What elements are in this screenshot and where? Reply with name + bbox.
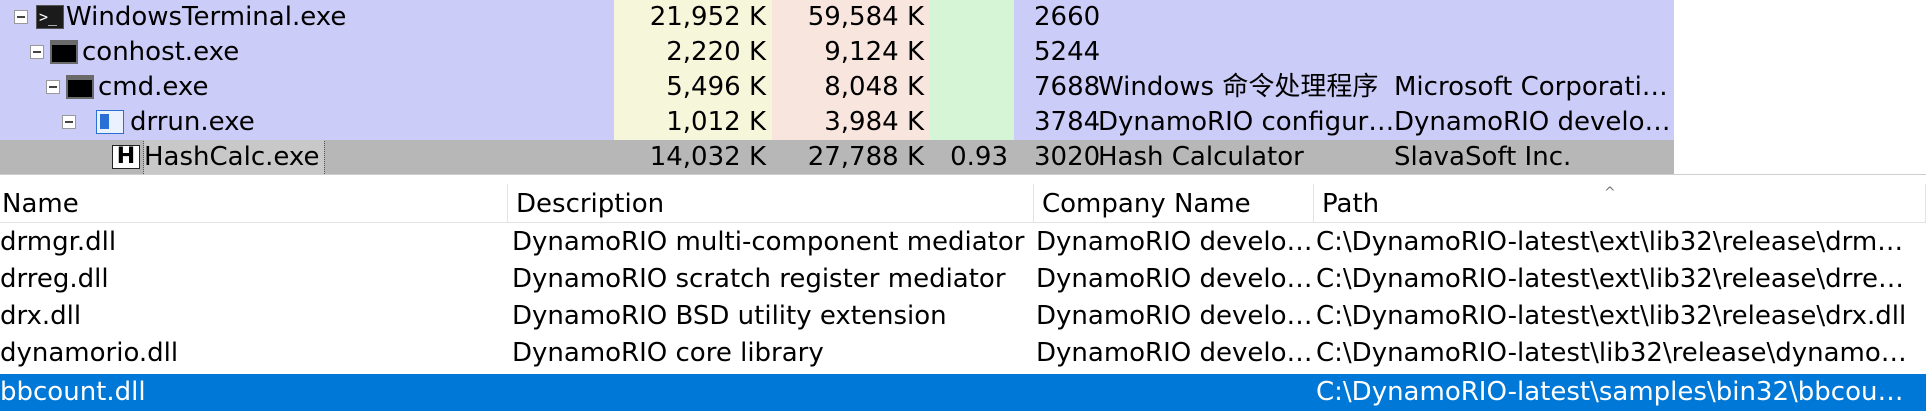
module-name: bbcount.dll xyxy=(0,377,146,407)
working-set: 59,584 K xyxy=(772,0,930,35)
process-description: Windows 命令处理程序 xyxy=(1098,72,1379,102)
cpu-usage xyxy=(930,70,1014,105)
module-row[interactable]: drx.dll DynamoRIO BSD utility extension … xyxy=(0,298,1926,335)
process-name: WindowsTerminal.exe xyxy=(66,2,347,32)
column-header-company[interactable]: Company Name xyxy=(1034,184,1314,222)
working-set: 27,788 K xyxy=(772,140,930,175)
module-name: dynamorio.dll xyxy=(0,338,179,368)
process-name: HashCalc.exe xyxy=(143,140,325,175)
module-row-selected[interactable]: bbcount.dll C:\DynamoRIO-latest\samples\… xyxy=(0,374,1926,411)
module-description: DynamoRIO BSD utility extension xyxy=(512,301,947,331)
private-bytes: 5,496 K xyxy=(614,70,772,105)
column-header-path[interactable]: Path xyxy=(1314,184,1926,222)
process-description: DynamoRIO configur… xyxy=(1098,107,1395,137)
cpu-usage xyxy=(930,105,1014,140)
process-tree[interactable]: >_ WindowsTerminal.exe 21,952 K 59,584 K… xyxy=(0,0,1926,175)
module-path: C:\DynamoRIO-latest\ext\lib32\release\dr… xyxy=(1316,264,1904,294)
process-row[interactable]: conhost.exe 2,220 K 9,124 K 5244 xyxy=(0,35,1926,70)
module-description: DynamoRIO scratch register mediator xyxy=(512,264,1006,294)
process-description: Hash Calculator xyxy=(1098,142,1304,172)
module-row[interactable]: drmgr.dll DynamoRIO multi-component medi… xyxy=(0,224,1926,261)
cpu-usage xyxy=(930,0,1014,35)
process-name-cell: H HashCalc.exe xyxy=(0,140,614,175)
module-name: drreg.dll xyxy=(0,264,109,294)
hashcalc-icon: H xyxy=(112,145,140,169)
process-name: cmd.exe xyxy=(98,72,209,102)
process-company: Microsoft Corporati… xyxy=(1394,72,1668,102)
cpu-usage: 0.93 xyxy=(930,140,1014,175)
sort-ascending-icon: ^ xyxy=(1604,185,1616,201)
module-path: C:\DynamoRIO-latest\lib32\release\dynamo… xyxy=(1316,338,1906,368)
module-description: DynamoRIO multi-component mediator xyxy=(512,227,1025,257)
working-set: 8,048 K xyxy=(772,70,930,105)
column-header-description[interactable]: Description xyxy=(508,184,1034,222)
module-description xyxy=(512,374,1032,411)
collapse-icon[interactable] xyxy=(30,45,44,59)
collapse-icon[interactable] xyxy=(46,80,60,94)
process-name: drrun.exe xyxy=(130,107,255,137)
module-company xyxy=(1036,374,1314,411)
private-bytes: 21,952 K xyxy=(614,0,772,35)
cpu-usage xyxy=(930,35,1014,70)
process-name-cell: conhost.exe xyxy=(0,35,614,70)
process-company: DynamoRIO develo… xyxy=(1394,107,1671,137)
module-company: DynamoRIO develo… xyxy=(1036,301,1313,331)
module-description: DynamoRIO core library xyxy=(512,338,824,368)
working-set: 3,984 K xyxy=(772,105,930,140)
process-name-cell: drrun.exe xyxy=(0,105,614,140)
module-company: DynamoRIO develo… xyxy=(1036,338,1313,368)
module-company: DynamoRIO develo… xyxy=(1036,264,1313,294)
collapse-icon[interactable] xyxy=(14,10,28,24)
process-info: 7688 Windows 命令处理程序 Microsoft Corporati… xyxy=(1014,70,1674,105)
private-bytes: 2,220 K xyxy=(614,35,772,70)
column-header-name[interactable]: Name xyxy=(0,184,508,222)
console-icon xyxy=(66,75,94,99)
process-pid: 3784 xyxy=(1034,107,1101,137)
module-list-header: Name Description Company Name Path ^ xyxy=(0,184,1926,223)
pane-splitter[interactable] xyxy=(0,174,1926,183)
process-name: conhost.exe xyxy=(82,37,240,67)
module-path: C:\DynamoRIO-latest\ext\lib32\release\dr… xyxy=(1316,301,1906,331)
process-info: 3784 DynamoRIO configur… DynamoRIO devel… xyxy=(1014,105,1674,140)
dynamorio-icon xyxy=(96,110,124,134)
process-pid: 3020 xyxy=(1034,142,1101,172)
process-pid: 2660 xyxy=(1034,2,1101,32)
process-company: SlavaSoft Inc. xyxy=(1394,142,1572,172)
process-info: 3020 Hash Calculator SlavaSoft Inc. xyxy=(1014,140,1674,175)
process-row[interactable]: drrun.exe 1,012 K 3,984 K 3784 DynamoRIO… xyxy=(0,105,1926,140)
module-row[interactable]: dynamorio.dll DynamoRIO core library Dyn… xyxy=(0,335,1926,372)
private-bytes: 14,032 K xyxy=(614,140,772,175)
terminal-icon: >_ xyxy=(36,5,64,29)
process-name-cell: cmd.exe xyxy=(0,70,614,105)
collapse-icon[interactable] xyxy=(62,115,76,129)
module-name: drmgr.dll xyxy=(0,227,117,257)
module-path: C:\DynamoRIO-latest\ext\lib32\release\dr… xyxy=(1316,227,1904,257)
process-row-selected[interactable]: H HashCalc.exe 14,032 K 27,788 K 0.93 30… xyxy=(0,140,1926,175)
process-pid: 5244 xyxy=(1034,37,1101,67)
process-name-cell: >_ WindowsTerminal.exe xyxy=(0,0,614,35)
working-set: 9,124 K xyxy=(772,35,930,70)
process-info: 5244 xyxy=(1014,35,1674,70)
process-info: 2660 xyxy=(1014,0,1674,35)
module-list[interactable]: drmgr.dll DynamoRIO multi-component medi… xyxy=(0,224,1926,411)
module-company: DynamoRIO develo… xyxy=(1036,227,1313,257)
process-row[interactable]: >_ WindowsTerminal.exe 21,952 K 59,584 K… xyxy=(0,0,1926,35)
module-row[interactable]: drreg.dll DynamoRIO scratch register med… xyxy=(0,261,1926,298)
module-name: drx.dll xyxy=(0,301,82,331)
private-bytes: 1,012 K xyxy=(614,105,772,140)
process-pid: 7688 xyxy=(1034,72,1101,102)
process-row[interactable]: cmd.exe 5,496 K 8,048 K 7688 Windows 命令处… xyxy=(0,70,1926,105)
module-path: C:\DynamoRIO-latest\samples\bin32\bbcou… xyxy=(1316,377,1904,407)
console-icon xyxy=(50,40,78,64)
